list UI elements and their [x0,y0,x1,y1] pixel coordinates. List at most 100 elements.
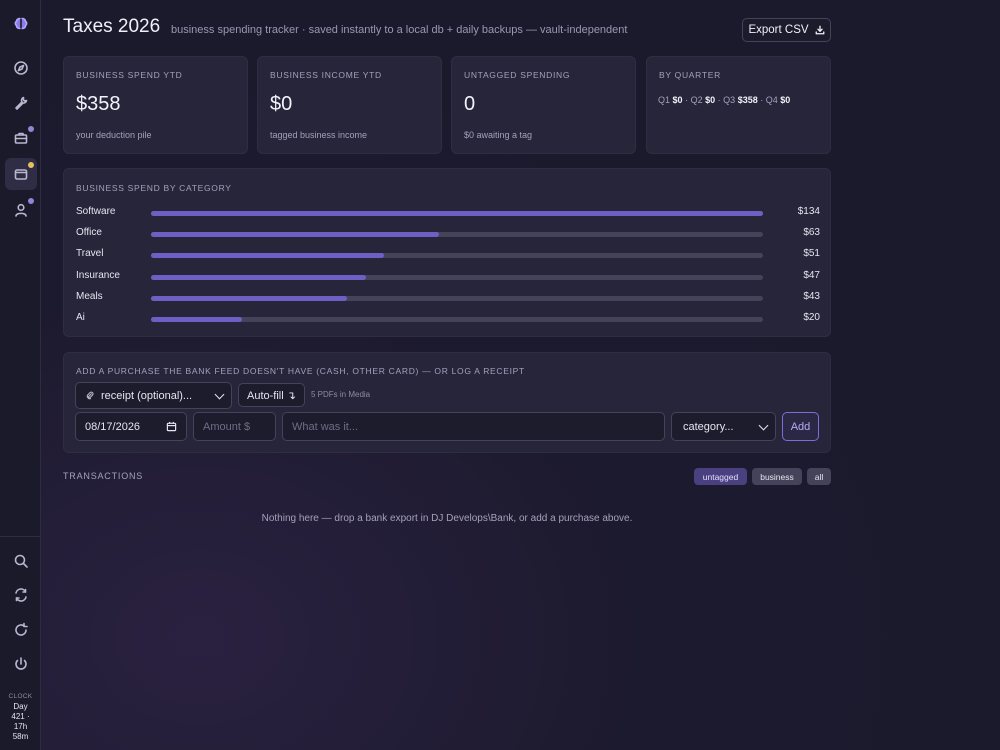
category-amount: $43 [803,291,820,302]
clock-readout: CLOCK Day 421 · 17h 58m [0,692,41,742]
quarter-breakdown: Q1 $0 · Q2 $0 · Q3 $358 · Q4 $0 [658,95,790,105]
date-input[interactable]: 08/17/2026 [75,412,187,441]
category-bar-fill [151,317,243,322]
paperclip-icon [86,391,94,399]
quarter-label: Q3 [723,95,736,105]
category-amount: $134 [797,206,820,217]
panel-label: ADD A PURCHASE THE BANK FEED DOESN'T HAV… [76,366,525,376]
transactions-title: TRANSACTIONS [63,471,144,481]
stat-label: BY QUARTER [659,70,721,80]
user-icon[interactable] [5,194,37,226]
stat-subtext: tagged business income [270,130,368,140]
category-row: Software $134 [76,206,820,220]
wrench-icon[interactable] [5,87,37,119]
category-amount: $51 [803,248,820,259]
category-name: Software [76,206,116,217]
notification-dot [28,162,34,168]
filter-untagged[interactable]: untagged [694,468,747,485]
panel-label: BUSINESS SPEND BY CATEGORY [76,183,232,193]
notification-dot [28,126,34,132]
category-bar-fill [151,296,348,301]
category-bar-track [151,253,763,258]
category-bar-track [151,275,763,280]
category-amount: $47 [803,270,820,281]
category-name: Meals [76,291,103,302]
sidebar-divider [0,536,41,537]
category-bar-track [151,296,763,301]
add-purchase-button[interactable]: Add [782,412,819,441]
clock-label: CLOCK [8,693,33,700]
pdf-count-note: 5 PDFs in Media [311,390,371,399]
transactions-empty-message: Nothing here — drop a bank export in DJ … [261,513,633,524]
stat-subtext: your deduction pile [76,130,152,140]
auto-fill-label: Auto-fill ↴ [247,389,296,402]
page-title: Taxes 2026 [63,16,161,37]
category-bar-fill [151,211,763,216]
wallet-icon[interactable] [5,158,37,190]
chevron-down-icon [214,389,225,399]
filter-all[interactable]: all [807,468,831,485]
quarter-separator: · [760,95,764,105]
quarter-value: $0 [705,95,716,105]
stat-value: $358 [76,93,121,115]
stat-label: BUSINESS INCOME YTD [270,70,382,80]
briefcase-icon[interactable] [5,122,37,154]
quarter-value: $0 [672,95,683,105]
add-button-label: Add [790,420,811,433]
stat-card-business-spend: BUSINESS SPEND YTD $358 your deduction p… [63,56,248,154]
stat-label: BUSINESS SPEND YTD [76,70,183,80]
export-csv-button[interactable]: Export CSV [742,18,831,42]
category-bar-fill [151,232,439,237]
stat-label: UNTAGGED SPENDING [464,70,571,80]
category-select[interactable]: category... [671,412,776,441]
stat-card-untagged-spending: UNTAGGED SPENDING 0 $0 awaiting a tag [451,56,636,154]
category-name: Insurance [76,270,120,281]
clock-line: Day [13,702,28,711]
amount-input-placeholder: Amount $ [203,420,251,433]
category-row: Office $63 [76,227,820,241]
reload-icon[interactable] [5,614,37,646]
clock-line: 421 · [11,712,30,721]
description-input-placeholder: What was it... [292,420,359,433]
quarter-label: Q1 [658,95,671,105]
category-spend-panel: BUSINESS SPEND BY CATEGORY Software $134… [63,168,831,337]
export-csv-label: Export CSV [748,24,809,36]
chevron-down-icon [758,420,769,430]
category-row: Travel $51 [76,248,820,262]
category-bar-track [151,211,763,216]
category-row: Insurance $47 [76,270,820,284]
sync-icon[interactable] [5,579,37,611]
filter-business[interactable]: business [752,468,802,485]
search-icon[interactable] [5,545,37,577]
category-row: Ai $20 [76,312,820,326]
category-amount: $63 [803,227,820,238]
amount-input[interactable]: Amount $ [193,412,276,441]
notification-dot [28,198,34,204]
brain-logo-icon[interactable] [5,8,37,40]
date-input-value: 08/17/2026 [85,420,141,433]
stat-card-business-income: BUSINESS INCOME YTD $0 tagged business i… [257,56,442,154]
category-row: Meals $43 [76,291,820,305]
quarter-value: $358 [737,95,758,105]
stat-value: 0 [464,93,476,115]
category-name: Travel [76,248,104,259]
stat-value: $0 [270,93,293,115]
compass-icon[interactable] [5,52,37,84]
download-icon [815,25,824,35]
page-subtitle: business spending tracker · saved instan… [171,24,628,36]
receipt-select[interactable]: receipt (optional)... [75,382,232,409]
category-select-value: category... [683,420,734,433]
description-input[interactable]: What was it... [282,412,665,441]
receipt-select-value: receipt (optional)... [101,389,193,402]
clock-line: 17h [13,722,28,731]
category-amount: $20 [803,312,820,323]
category-name: Office [76,227,102,238]
quarter-value: $0 [780,95,791,105]
quarter-separator: · [717,95,721,105]
stat-card-by-quarter: BY QUARTER Q1 $0 · Q2 $0 · Q3 $358 · Q4 … [646,56,831,154]
auto-fill-button[interactable]: Auto-fill ↴ [238,383,305,407]
quarter-label: Q2 [690,95,703,105]
calendar-icon[interactable] [166,421,177,432]
sidebar: CLOCK Day 421 · 17h 58m [0,0,41,750]
power-icon[interactable] [5,648,37,680]
